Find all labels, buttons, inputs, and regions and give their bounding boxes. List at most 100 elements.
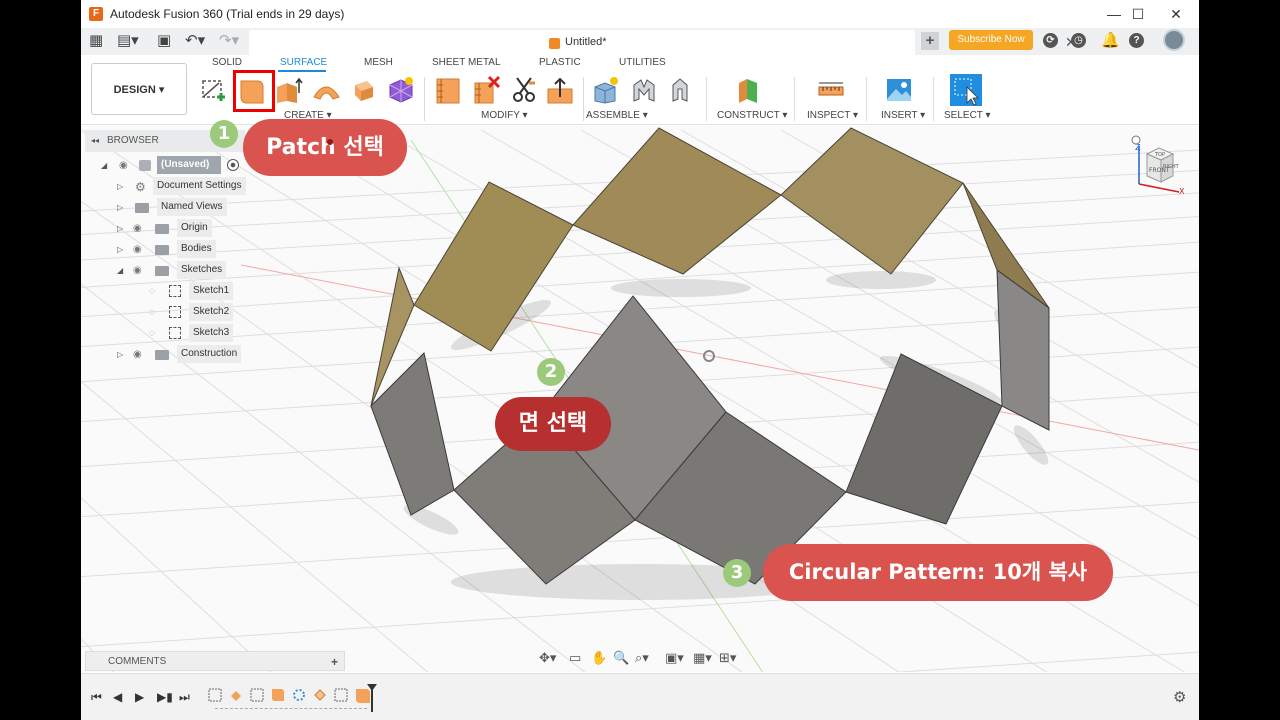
- play-icon[interactable]: ▶: [135, 690, 144, 704]
- expand-icon[interactable]: ▷: [117, 240, 123, 260]
- browser-root-row[interactable]: ◢ ◉ (Unsaved): [101, 156, 246, 176]
- select-group-label[interactable]: SELECT ▾: [944, 110, 991, 121]
- timeline-marker-head[interactable]: [367, 684, 377, 691]
- browser-item-bodies[interactable]: ▷ ◉ Bodies: [117, 240, 247, 260]
- tab-surface[interactable]: SURFACE: [280, 57, 327, 68]
- inspect-group-label[interactable]: INSPECT ▾: [807, 110, 858, 121]
- display-settings-icon[interactable]: ▣▾: [665, 650, 684, 666]
- revolve-icon[interactable]: [311, 75, 341, 105]
- new-tab-button[interactable]: +: [921, 32, 939, 50]
- step-back-icon[interactable]: ◀: [113, 690, 122, 704]
- look-at-icon[interactable]: ▭: [569, 650, 581, 666]
- modify-group-label[interactable]: MODIFY ▾: [481, 110, 528, 121]
- delete-face-icon[interactable]: [471, 75, 501, 105]
- hidden-eye-icon[interactable]: ◌: [149, 303, 155, 323]
- subscribe-button[interactable]: Subscribe Now: [949, 30, 1033, 50]
- insert-image-icon[interactable]: [884, 75, 914, 105]
- new-component-icon[interactable]: [591, 75, 621, 105]
- select-icon[interactable]: [949, 73, 983, 107]
- hidden-eye-icon[interactable]: ◌: [149, 324, 155, 344]
- browser-item-document-settings[interactable]: ▷ ⚙ Document Settings: [117, 177, 247, 197]
- collapse-browser-icon[interactable]: ◂◂: [91, 130, 99, 152]
- extrude-icon[interactable]: [273, 75, 303, 105]
- pan-icon[interactable]: ✋: [591, 650, 607, 666]
- visibility-eye-icon[interactable]: ◉: [133, 261, 142, 281]
- browser-item-sketches[interactable]: ◢ ◉ Sketches: [117, 261, 247, 281]
- callout-dot: [327, 139, 333, 145]
- joint-icon[interactable]: [629, 75, 659, 105]
- view-cube[interactable]: Z X FRONT RIGHT TOP: [1129, 134, 1197, 196]
- as-built-joint-icon[interactable]: [665, 75, 695, 105]
- tab-mesh[interactable]: MESH: [364, 57, 393, 68]
- press-pull-icon[interactable]: [545, 75, 575, 105]
- create-sketch-icon[interactable]: [199, 75, 229, 105]
- browser-item-construction[interactable]: ▷ ◉ Construction: [117, 345, 247, 365]
- timeline-patch-icon[interactable]: [271, 688, 285, 702]
- comments-panel[interactable]: COMMENTS +: [85, 651, 345, 671]
- workspace-switcher[interactable]: DESIGN ▾: [91, 63, 187, 115]
- avatar[interactable]: [1163, 29, 1185, 51]
- hidden-eye-icon[interactable]: ◌: [149, 282, 155, 302]
- step-forward-icon[interactable]: ▶▮: [157, 690, 173, 704]
- visibility-eye-icon[interactable]: ◉: [133, 240, 142, 260]
- add-comment-button[interactable]: +: [331, 652, 338, 672]
- help-icon[interactable]: ?: [1129, 33, 1144, 48]
- timeline-sketch-icon[interactable]: [334, 688, 348, 702]
- expand-icon[interactable]: ▷: [117, 219, 123, 239]
- orbit-icon[interactable]: ✥▾: [539, 650, 556, 666]
- collapse-icon[interactable]: ◢: [117, 261, 123, 281]
- measure-icon[interactable]: [816, 75, 846, 105]
- notifications-icon[interactable]: 🔔: [1101, 32, 1120, 50]
- zoom-icon[interactable]: 🔍: [613, 650, 629, 666]
- sweep-icon[interactable]: [349, 75, 379, 105]
- close-window-button[interactable]: ✕: [1153, 0, 1199, 28]
- browser-item-sketch3[interactable]: ◌ Sketch3: [149, 324, 247, 344]
- folder-icon: [155, 245, 169, 255]
- split-body-icon[interactable]: [509, 75, 539, 105]
- visibility-eye-icon[interactable]: ◉: [133, 345, 142, 365]
- document-tab[interactable]: Untitled* ✕: [249, 30, 1077, 55]
- timeline-pattern-icon[interactable]: [292, 688, 306, 702]
- fit-icon[interactable]: ⌕▾: [635, 650, 649, 666]
- activate-component-icon[interactable]: [227, 159, 239, 171]
- browser-item-named-views[interactable]: ▷ Named Views: [117, 198, 247, 218]
- file-menu-icon[interactable]: ▤▾: [117, 32, 139, 50]
- go-to-end-icon[interactable]: ⏭: [179, 690, 190, 705]
- timeline-sketch-icon[interactable]: [250, 688, 264, 702]
- go-to-start-icon[interactable]: ⏮: [91, 690, 102, 705]
- visibility-eye-icon[interactable]: ◉: [119, 156, 128, 176]
- gear-icon: ⚙: [135, 180, 146, 194]
- document-icon: [549, 38, 560, 49]
- tab-plastic[interactable]: PLASTIC: [539, 57, 581, 68]
- browser-item-origin[interactable]: ▷ ◉ Origin: [117, 219, 247, 239]
- construct-group-label[interactable]: CONSTRUCT ▾: [717, 110, 787, 121]
- trim-icon[interactable]: [433, 75, 463, 105]
- undo-icon[interactable]: ↶▾: [185, 32, 205, 50]
- viewports-icon[interactable]: ⊞▾: [719, 650, 736, 666]
- timeline-sketch-icon[interactable]: [208, 688, 222, 702]
- browser-item-sketch1[interactable]: ◌ Sketch1: [149, 282, 247, 302]
- browser-item-sketch2[interactable]: ◌ Sketch2: [149, 303, 247, 323]
- extensions-icon[interactable]: ⟳: [1043, 33, 1058, 48]
- job-status-icon[interactable]: ◷: [1071, 33, 1086, 48]
- expand-icon[interactable]: ▷: [117, 177, 123, 197]
- timeline-feature-icon[interactable]: [229, 688, 243, 702]
- visibility-eye-icon[interactable]: ◉: [133, 219, 142, 239]
- assemble-group-label[interactable]: ASSEMBLE ▾: [586, 110, 648, 121]
- timeline-feature-icon[interactable]: [313, 688, 327, 702]
- form-icon[interactable]: [385, 75, 415, 105]
- expand-icon[interactable]: ▷: [117, 345, 123, 365]
- save-icon[interactable]: ▣: [157, 32, 171, 50]
- redo-icon[interactable]: ↷▾: [219, 32, 239, 50]
- toolbar-separator: [866, 77, 867, 121]
- insert-group-label[interactable]: INSERT ▾: [881, 110, 925, 121]
- grid-settings-icon[interactable]: ▦▾: [693, 650, 712, 666]
- tab-utilities[interactable]: UTILITIES: [619, 57, 666, 68]
- tab-sheet-metal[interactable]: SHEET METAL: [432, 57, 501, 68]
- tab-solid[interactable]: SOLID: [212, 57, 242, 68]
- expand-icon[interactable]: ◢: [101, 156, 107, 176]
- expand-icon[interactable]: ▷: [117, 198, 123, 218]
- timeline-settings-icon[interactable]: ⚙: [1173, 688, 1186, 706]
- offset-plane-icon[interactable]: [733, 75, 763, 105]
- app-grid-icon[interactable]: ▦: [89, 32, 103, 50]
